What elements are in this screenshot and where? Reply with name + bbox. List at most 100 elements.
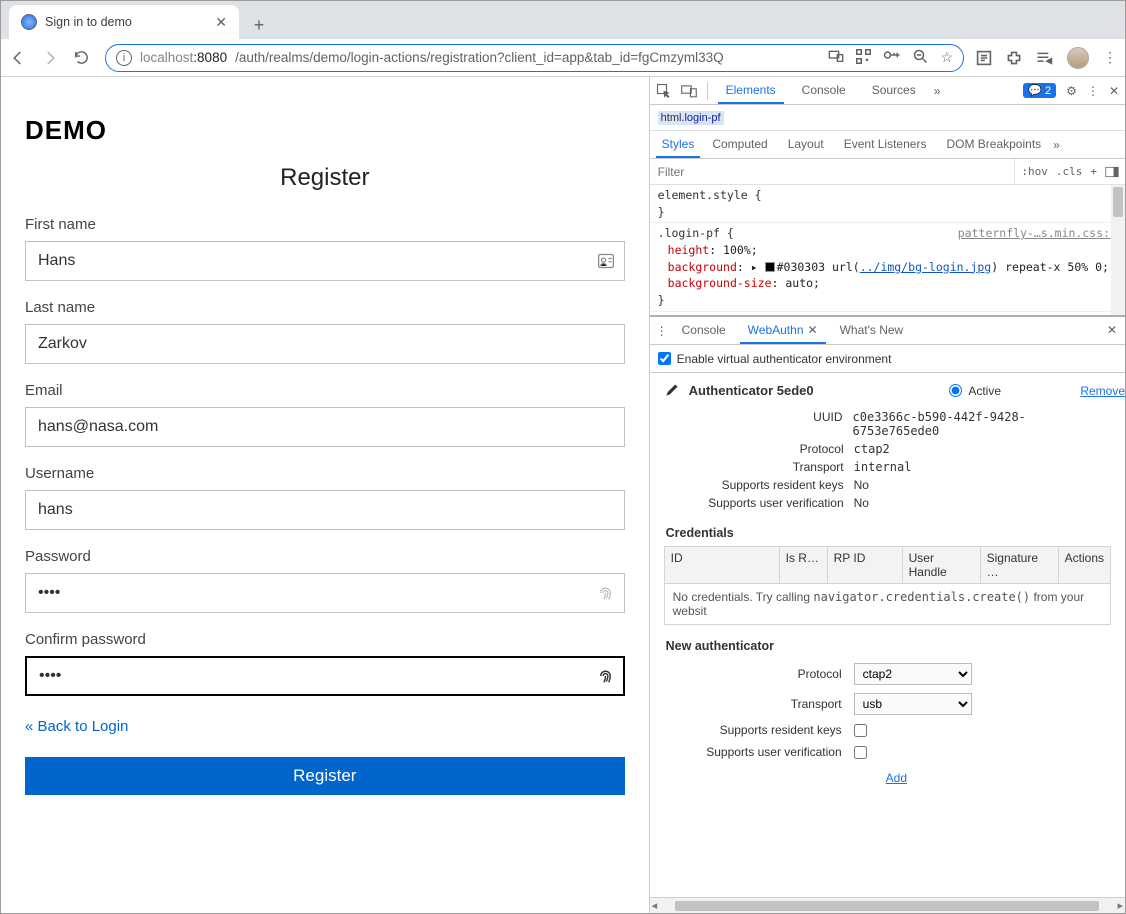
first-name-label: First name <box>25 216 625 233</box>
col-actions[interactable]: Actions <box>1059 547 1110 583</box>
url-path: /auth/realms/demo/login-actions/registra… <box>235 50 724 65</box>
toggle-sidebar-icon[interactable] <box>1105 166 1119 178</box>
site-info-icon[interactable]: i <box>116 50 132 66</box>
authenticator-title: Authenticator 5ede0 <box>689 383 814 398</box>
email-label: Email <box>25 382 625 399</box>
subtab-styles[interactable]: Styles <box>656 131 701 158</box>
subtab-dom-breakpoints[interactable]: DOM Breakpoints <box>938 131 1049 158</box>
new-authenticator-heading: New authenticator <box>666 639 1111 653</box>
styles-filter-input[interactable] <box>650 159 1015 184</box>
devtools-close-icon[interactable]: ✕ <box>1109 84 1119 98</box>
form-title: Register <box>25 164 625 192</box>
drawer-close-icon[interactable]: ✕ <box>1107 323 1117 337</box>
username-input[interactable] <box>25 490 625 530</box>
hov-toggle[interactable]: :hov <box>1021 165 1048 178</box>
device-icon[interactable] <box>828 49 844 66</box>
contact-card-icon <box>597 252 615 270</box>
cls-toggle[interactable]: .cls <box>1056 165 1083 178</box>
enable-virtual-auth-checkbox[interactable] <box>658 352 671 365</box>
browser-menu-icon[interactable]: ⋮ <box>1103 49 1117 66</box>
inspect-icon[interactable] <box>656 83 671 98</box>
devtools-menu-icon[interactable]: ⋮ <box>1087 84 1099 98</box>
new-auth-resident-keys-checkbox[interactable] <box>854 724 867 737</box>
styles-pane[interactable]: element.style { } .login-pf {patternfly-… <box>650 185 1125 315</box>
active-authenticator-radio[interactable] <box>949 384 962 397</box>
drawer-tab-whatsnew[interactable]: What's New <box>832 317 912 344</box>
close-webauthn-tab-icon[interactable]: ✕ <box>808 323 818 337</box>
col-user-handle[interactable]: User Handle <box>903 547 981 583</box>
tab-sources[interactable]: Sources <box>864 77 924 104</box>
field-first-name: First name <box>25 216 625 281</box>
back-button[interactable] <box>9 49 29 67</box>
enable-virtual-auth-label: Enable virtual authenticator environment <box>677 352 892 366</box>
col-is-resident[interactable]: Is R… <box>780 547 828 583</box>
new-auth-protocol-select[interactable]: ctap2 <box>854 663 972 685</box>
password-input[interactable] <box>25 573 625 613</box>
drawer-menu-icon[interactable]: ⋮ <box>656 324 668 338</box>
auth-uuid-value: c0e3366c-b590-442f-9428-6753e765ede0 <box>853 410 1111 438</box>
address-bar[interactable]: i localhost:8080/auth/realms/demo/login-… <box>105 44 964 72</box>
field-confirm-password: Confirm password <box>25 631 625 696</box>
drawer-tab-webauthn[interactable]: WebAuthn ✕ <box>740 317 826 344</box>
more-subtabs-icon[interactable]: » <box>1053 138 1060 152</box>
elements-breadcrumb[interactable]: html.login-pf <box>650 105 1125 131</box>
last-name-label: Last name <box>25 299 625 316</box>
browser-tab[interactable]: Sign in to demo ✕ <box>9 5 239 39</box>
styles-scrollbar-thumb[interactable] <box>1113 187 1123 217</box>
col-id[interactable]: ID <box>665 547 780 583</box>
remove-authenticator-link[interactable]: Remove <box>1080 384 1125 398</box>
field-last-name: Last name <box>25 299 625 364</box>
tab-title: Sign in to demo <box>45 15 132 29</box>
new-auth-transport-select[interactable]: usb <box>854 693 972 715</box>
key-icon[interactable] <box>883 49 901 66</box>
field-email: Email <box>25 382 625 447</box>
reload-button[interactable] <box>73 49 93 66</box>
tab-close-icon[interactable]: ✕ <box>215 14 227 31</box>
back-to-login-link[interactable]: « Back to Login <box>25 718 128 735</box>
device-toggle-icon[interactable] <box>681 84 697 98</box>
star-icon[interactable]: ☆ <box>940 49 953 66</box>
new-auth-user-verification-checkbox[interactable] <box>854 746 867 759</box>
last-name-input[interactable] <box>25 324 625 364</box>
confirm-password-input[interactable] <box>25 656 625 696</box>
qr-icon[interactable] <box>856 49 871 66</box>
subtab-event-listeners[interactable]: Event Listeners <box>836 131 935 158</box>
new-rule-icon[interactable]: + <box>1090 165 1097 178</box>
reader-icon[interactable] <box>976 50 992 66</box>
tab-console[interactable]: Console <box>794 77 854 104</box>
confirm-password-label: Confirm password <box>25 631 625 648</box>
playlist-icon[interactable] <box>1036 51 1053 65</box>
password-label: Password <box>25 548 625 565</box>
profile-avatar[interactable] <box>1067 47 1089 69</box>
forward-button <box>41 49 61 67</box>
first-name-input[interactable] <box>25 241 625 281</box>
fingerprint-icon <box>596 584 615 603</box>
username-label: Username <box>25 465 625 482</box>
tab-strip: Sign in to demo ✕ + <box>1 1 1125 39</box>
realm-title: DEMO <box>25 115 625 146</box>
new-tab-button[interactable]: + <box>245 11 273 39</box>
col-signature[interactable]: Signature … <box>981 547 1059 583</box>
devtools: Elements Console Sources » 💬2 ⚙ ⋮ ✕ html… <box>649 77 1125 913</box>
extensions-icon[interactable] <box>1006 50 1022 66</box>
zoom-icon[interactable] <box>913 49 928 66</box>
settings-icon[interactable]: ⚙ <box>1066 84 1077 98</box>
subtab-computed[interactable]: Computed <box>704 131 775 158</box>
more-tabs-icon[interactable]: » <box>934 84 941 98</box>
add-authenticator-link[interactable]: Add <box>886 771 1111 785</box>
credentials-heading: Credentials <box>666 526 1111 540</box>
edit-icon[interactable] <box>664 383 679 398</box>
email-input[interactable] <box>25 407 625 447</box>
field-username: Username <box>25 465 625 530</box>
credentials-empty-row: No credentials. Try calling navigator.cr… <box>665 584 1110 624</box>
subtab-layout[interactable]: Layout <box>780 131 832 158</box>
page-content: DEMO Register First name Last name Email <box>1 77 649 913</box>
issues-badge[interactable]: 💬2 <box>1023 83 1056 98</box>
credentials-table: ID Is R… RP ID User Handle Signature … A… <box>664 546 1111 625</box>
col-rp-id[interactable]: RP ID <box>828 547 903 583</box>
url-host: localhost:8080 <box>140 50 227 65</box>
drawer-tab-console[interactable]: Console <box>674 317 734 344</box>
drawer-horizontal-scrollbar[interactable]: ◂▸ <box>650 897 1125 913</box>
tab-elements[interactable]: Elements <box>718 77 784 104</box>
register-button[interactable]: Register <box>25 757 625 795</box>
